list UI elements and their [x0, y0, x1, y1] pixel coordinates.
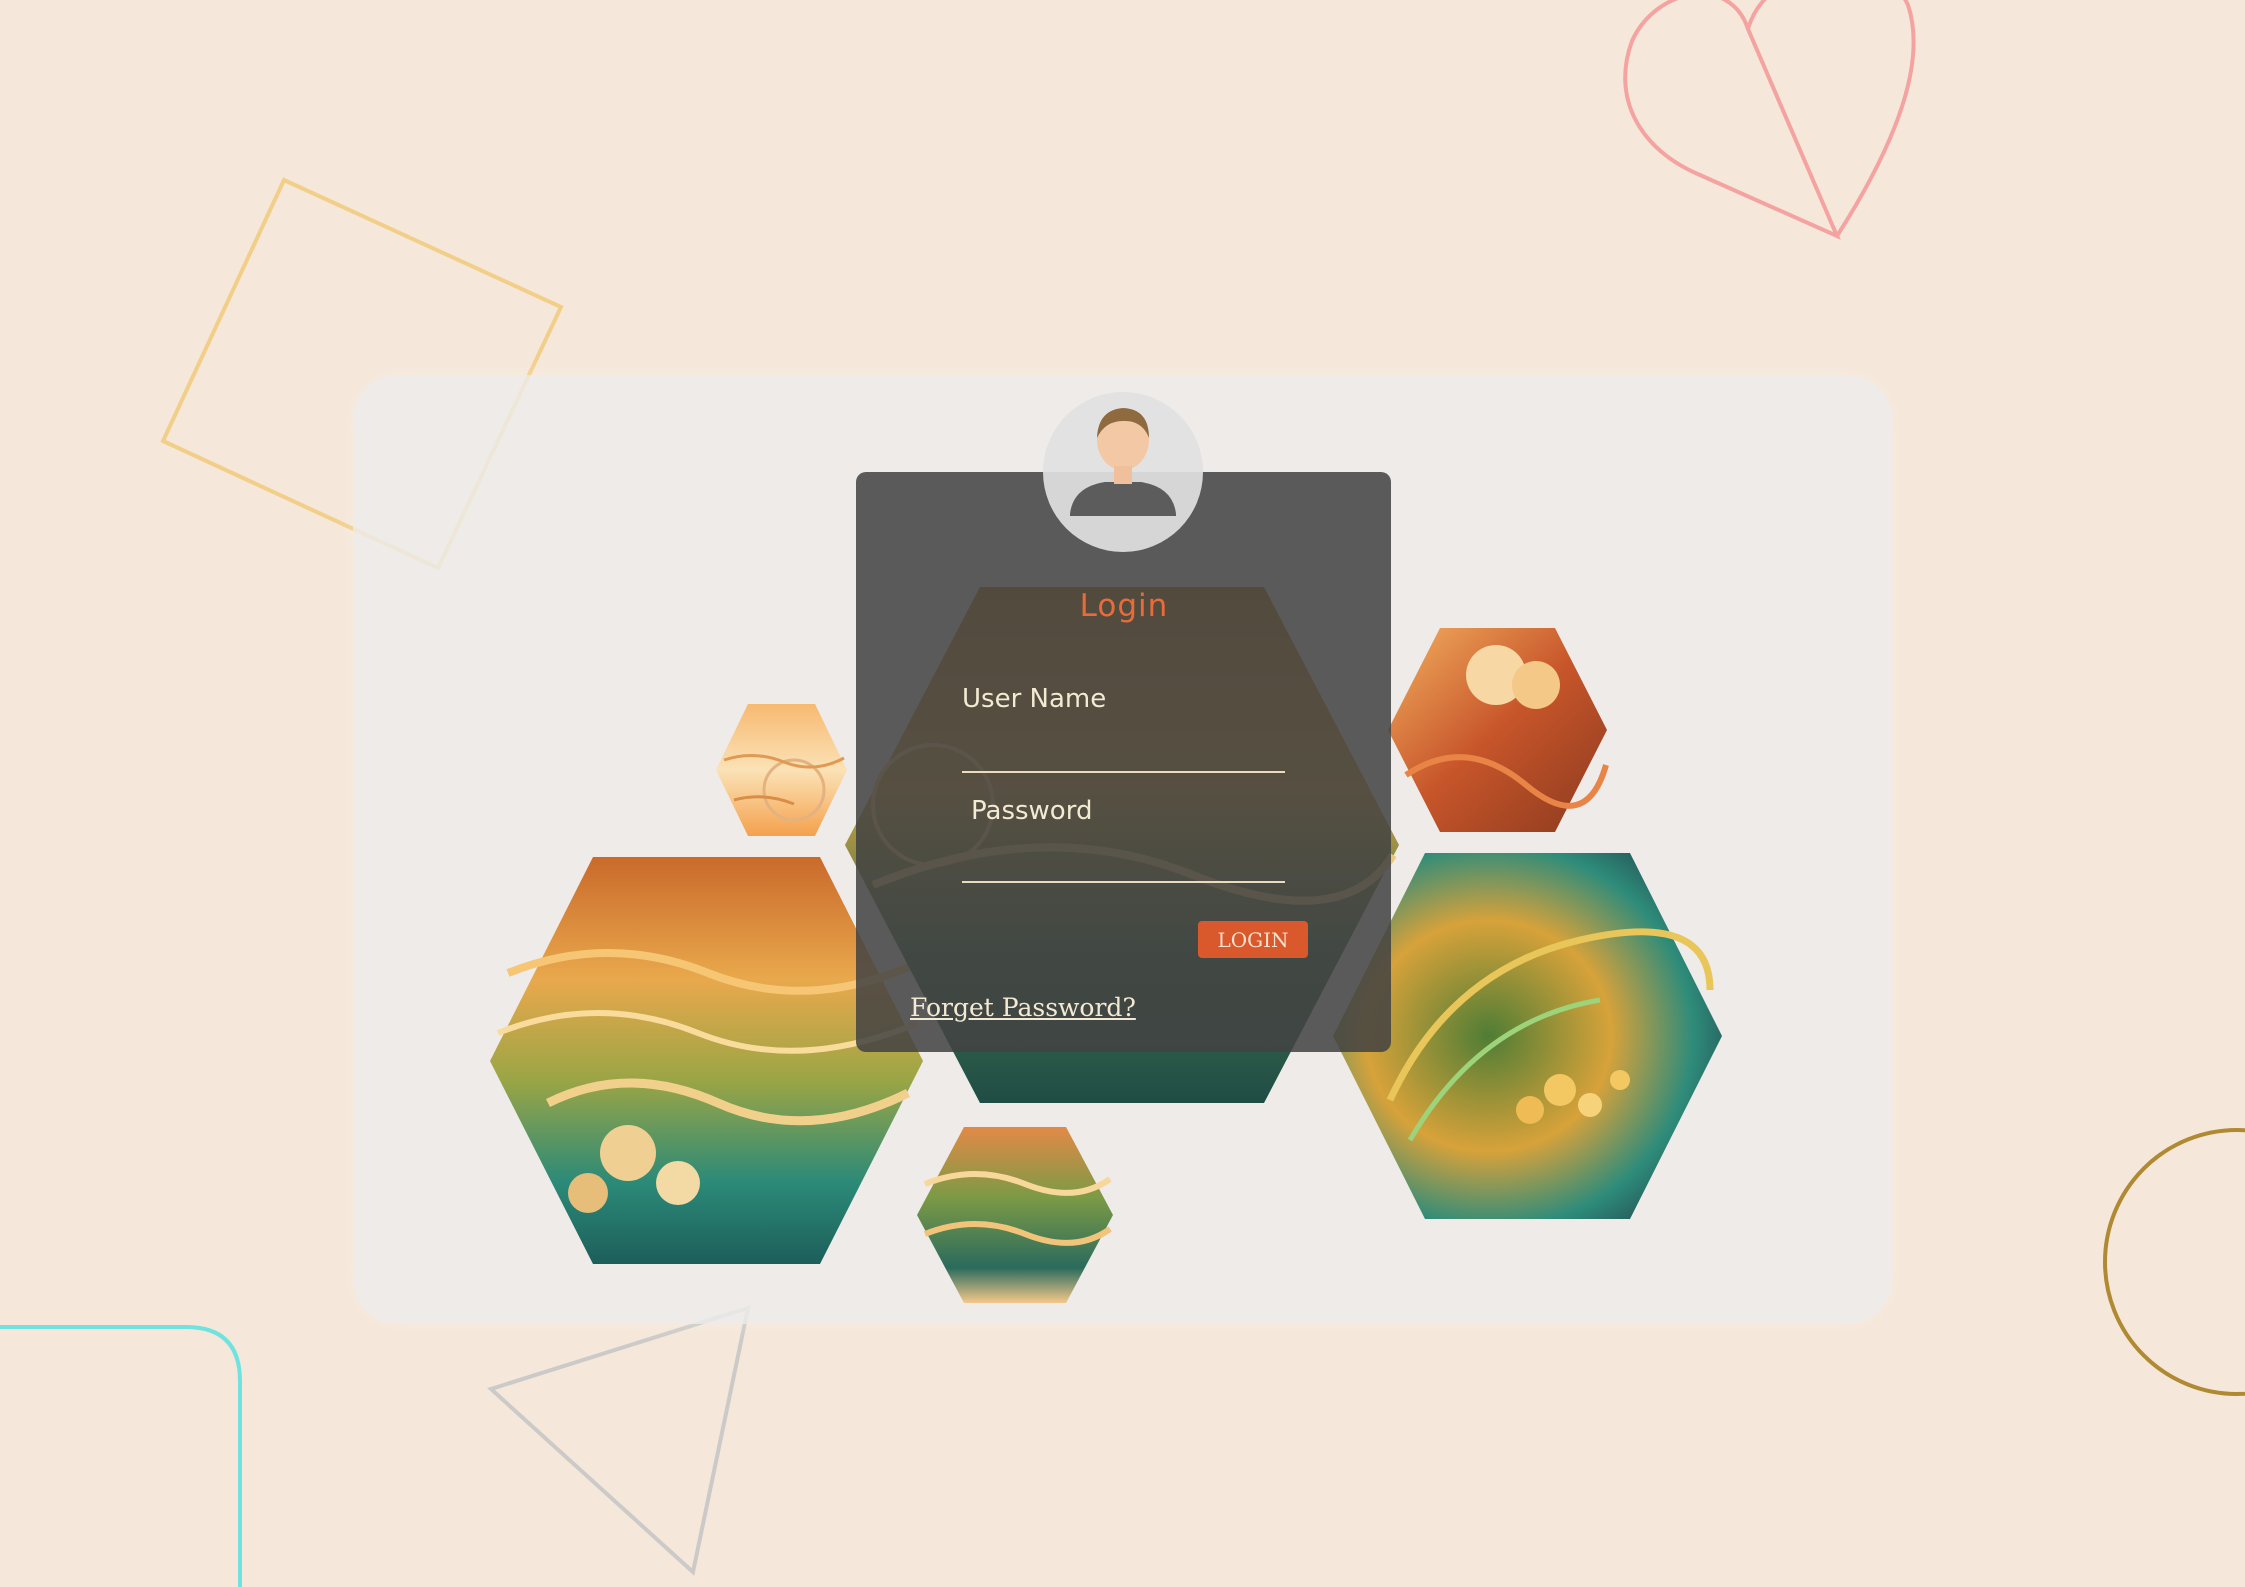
hex-tile-small-sun — [714, 700, 849, 840]
heart-outline-decoration — [1623, 0, 1916, 240]
password-input[interactable] — [962, 839, 1289, 881]
username-label: User Name — [962, 684, 1107, 714]
rounded-rect-outline-decoration — [0, 1325, 242, 1587]
login-button[interactable]: LOGIN — [1198, 921, 1308, 958]
hex-tile-top-right-clouds — [1386, 625, 1609, 835]
login-title: Login — [1079, 588, 1169, 624]
password-label: Password — [971, 796, 1093, 826]
login-page: Login User Name Password LOGIN Forget Pa… — [0, 0, 2245, 1587]
circle-outline-decoration — [2103, 1128, 2245, 1396]
forgot-password-link[interactable]: Forget Password? — [910, 993, 1136, 1022]
user-avatar-icon — [1043, 392, 1203, 552]
hex-tile-small-bottom — [915, 1124, 1115, 1306]
triangle-outline-decoration — [487, 1305, 751, 1576]
username-input[interactable] — [962, 730, 1289, 772]
username-underline — [962, 771, 1285, 773]
password-underline — [962, 881, 1285, 883]
